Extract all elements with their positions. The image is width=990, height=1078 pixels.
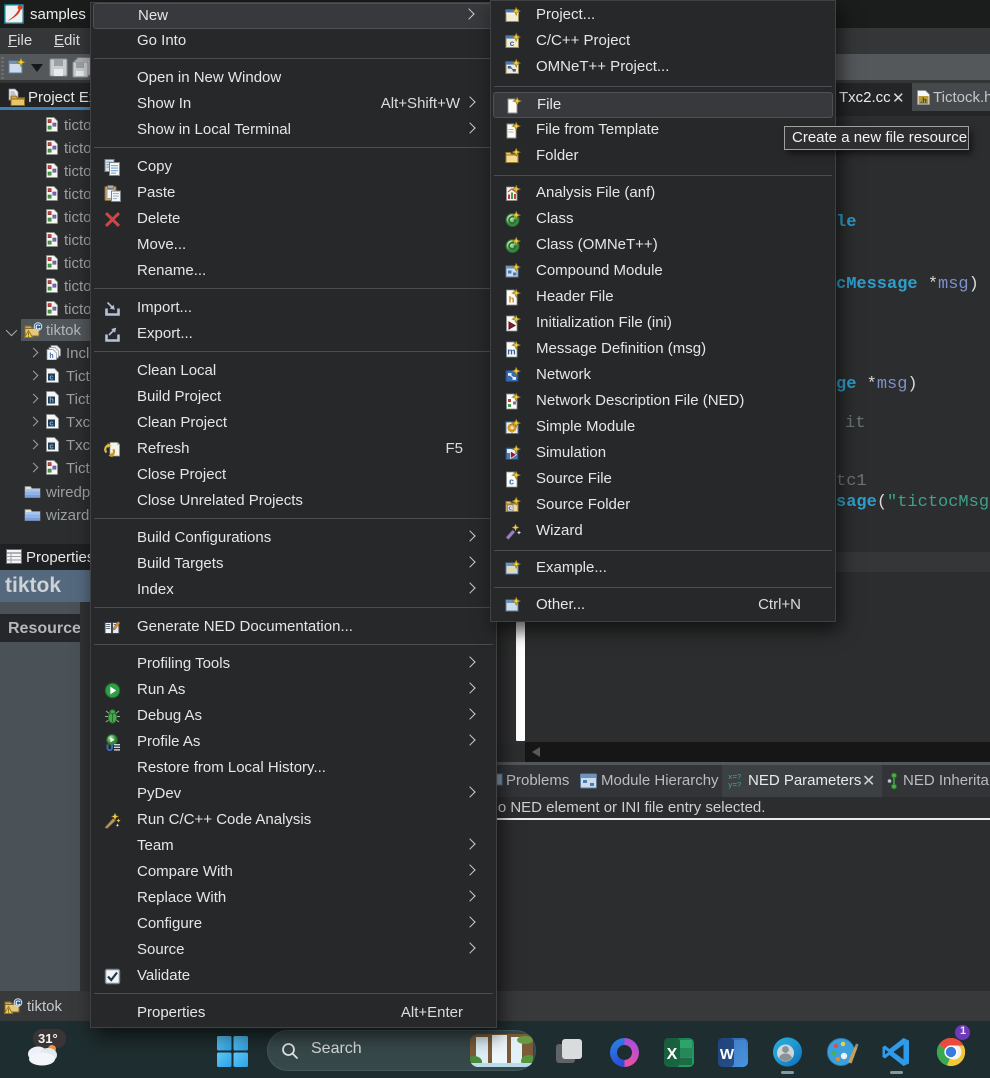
svg-text:m: m xyxy=(507,347,515,358)
svg-text:C: C xyxy=(15,999,21,1008)
svg-text:c: c xyxy=(49,442,53,451)
svg-text:x=?: x=? xyxy=(728,774,742,782)
svg-text:h: h xyxy=(509,295,515,306)
svg-text:W: W xyxy=(720,1046,735,1063)
svg-text:c: c xyxy=(49,419,53,428)
svg-text:h: h xyxy=(49,353,53,360)
svg-text:C: C xyxy=(35,323,41,332)
svg-text:h: h xyxy=(49,396,54,405)
svg-text:y=?: y=? xyxy=(728,782,742,790)
svg-text:c: c xyxy=(509,477,514,487)
svg-text:c: c xyxy=(508,505,512,512)
svg-text:!: ! xyxy=(28,333,30,339)
svg-text:c: c xyxy=(49,373,53,382)
svg-text:!: ! xyxy=(8,1009,10,1015)
svg-text:X: X xyxy=(667,1046,678,1063)
svg-text:c: c xyxy=(510,38,515,48)
